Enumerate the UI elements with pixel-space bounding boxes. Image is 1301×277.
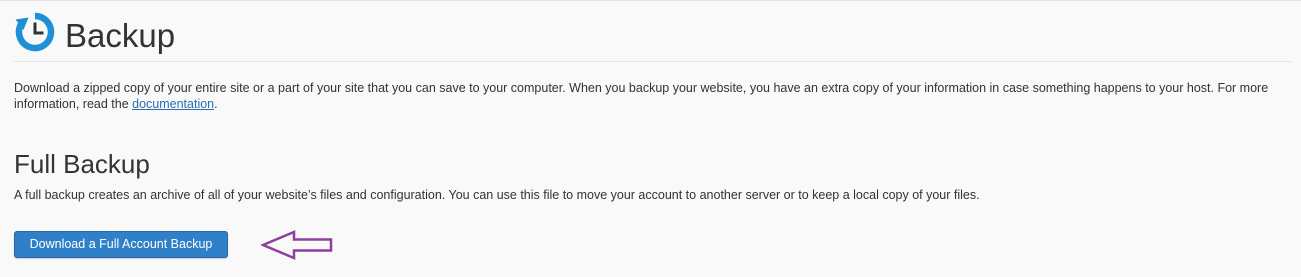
full-backup-title: Full Backup [14, 149, 150, 179]
backup-clock-icon [14, 11, 56, 53]
documentation-link[interactable]: documentation [132, 97, 214, 111]
page-header: Backup [14, 9, 1292, 62]
intro-text: Download a zipped copy of your entire si… [14, 80, 1296, 112]
full-backup-description: A full backup creates an archive of all … [14, 188, 980, 202]
arrow-left-annotation-icon [259, 230, 335, 260]
page-title: Backup [65, 17, 176, 54]
download-full-backup-button[interactable]: Download a Full Account Backup [14, 231, 228, 258]
intro-text-end: . [214, 97, 218, 111]
